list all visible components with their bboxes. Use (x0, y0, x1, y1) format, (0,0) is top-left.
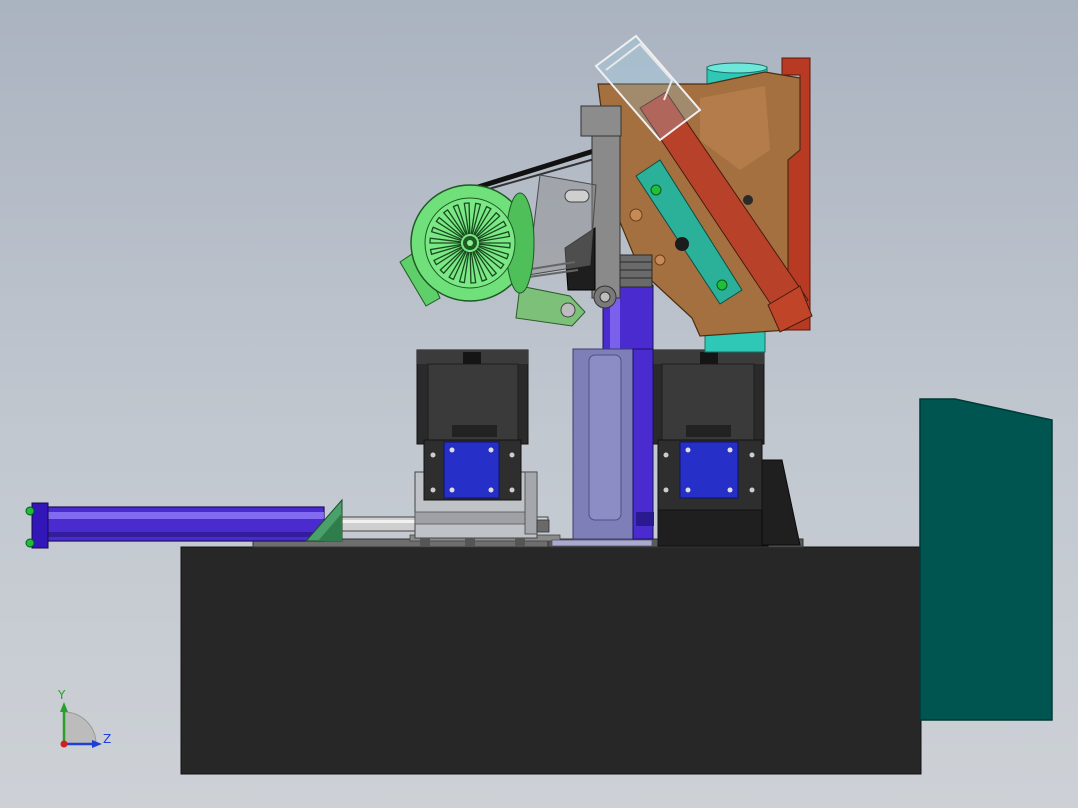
triad-z-label: Z (103, 732, 112, 746)
triad-origin (60, 740, 68, 748)
control-cabinet (919, 398, 1053, 721)
triad-y-arrow (60, 702, 68, 712)
left-slide-unit (414, 349, 550, 546)
drive-motor (399, 184, 535, 307)
machine-bed (180, 546, 922, 775)
triad-y-label: Y (58, 688, 66, 702)
triad-z-arrow (92, 740, 102, 748)
vertical-cylinder (572, 284, 654, 540)
triad-arc (63, 711, 97, 745)
coordinate-triad (60, 702, 102, 748)
cad-viewport[interactable]: Y Z (0, 0, 1078, 808)
assembly-drawing (25, 34, 1053, 775)
right-slide-unit (651, 349, 801, 547)
